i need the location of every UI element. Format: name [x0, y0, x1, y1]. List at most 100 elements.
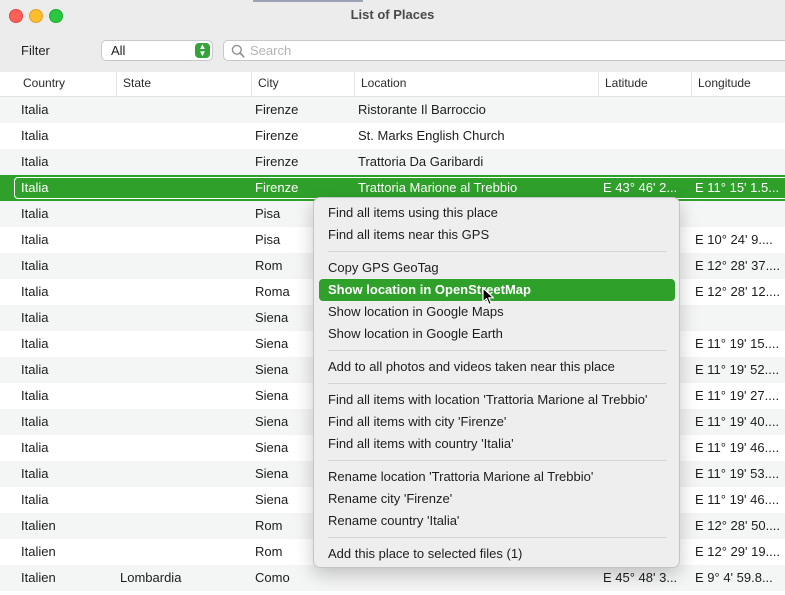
cell-longitude: E 11° 19' 53....	[695, 466, 780, 481]
toolbar: Filter All ▲ ▼	[0, 30, 785, 73]
menu-separator	[328, 383, 666, 384]
cell-country: Italia	[21, 206, 49, 221]
cell-latitude	[603, 123, 687, 149]
cell-location	[358, 565, 596, 591]
cell-state	[120, 513, 248, 539]
cell-longitude: E 11° 15' 1.5...	[695, 180, 780, 195]
cell-longitude: E 12° 29' 19....	[695, 544, 781, 559]
cell-country: Italia	[21, 414, 49, 429]
menu-item-find-items-using-place[interactable]: Find all items using this place	[319, 202, 675, 224]
cell-country: Italia	[21, 284, 49, 299]
filter-popup[interactable]: All ▲ ▼	[101, 40, 213, 61]
menu-separator	[328, 350, 666, 351]
cell-country: Italia	[21, 362, 49, 377]
menu-item-rename-city[interactable]: Rename city 'Firenze'	[319, 488, 675, 510]
cell-longitude: E 11° 19' 27....	[695, 388, 780, 403]
cell-country: Italia	[21, 492, 49, 507]
context-menu: Find all items using this place Find all…	[313, 197, 680, 568]
cell-city: Como	[255, 570, 290, 585]
cell-state	[120, 123, 248, 149]
cell-state	[120, 331, 248, 357]
menu-separator	[328, 460, 666, 461]
cell-longitude	[695, 149, 783, 175]
title-bar: List of Places	[0, 0, 785, 30]
cell-state	[120, 175, 248, 201]
cell-longitude: E 11° 19' 46....	[695, 492, 780, 507]
menu-item-show-google-maps[interactable]: Show location in Google Maps	[319, 301, 675, 323]
cell-state	[120, 305, 248, 331]
search-input[interactable]	[250, 42, 770, 59]
cell-country: Italia	[21, 440, 49, 455]
search-icon	[231, 44, 245, 58]
column-header-location[interactable]: Location	[354, 72, 598, 96]
menu-item-find-by-city[interactable]: Find all items with city 'Firenze'	[319, 411, 675, 433]
cell-country: Italia	[21, 310, 49, 325]
cell-longitude: E 11° 19' 15....	[695, 336, 780, 351]
filter-label: Filter	[21, 43, 50, 58]
cell-state	[120, 383, 248, 409]
cell-country: Italia	[21, 128, 49, 143]
table-row[interactable]: Italien Lombardia Como E 45° 48' 3... E 9° 4…	[0, 565, 785, 591]
menu-item-rename-location[interactable]: Rename location 'Trattoria Marione al Tr…	[319, 466, 675, 488]
menu-item-copy-gps-geotag[interactable]: Copy GPS GeoTag	[319, 257, 675, 279]
cell-country: Italia	[21, 466, 49, 481]
cell-latitude	[603, 97, 687, 123]
menu-item-rename-country[interactable]: Rename country 'Italia'	[319, 510, 675, 532]
column-header-longitude[interactable]: Longitude	[691, 72, 785, 96]
window-title: List of Places	[350, 7, 435, 22]
filter-popup-value: All	[111, 43, 126, 58]
menu-item-add-place-to-selected-files[interactable]: Add this place to selected files (1)	[319, 543, 675, 565]
menu-item-find-by-country[interactable]: Find all items with country 'Italia'	[319, 433, 675, 455]
cell-state	[120, 253, 248, 279]
cell-city: Firenze	[255, 102, 299, 117]
cell-state	[120, 461, 248, 487]
column-header-latitude[interactable]: Latitude	[598, 72, 691, 96]
cell-state: Lombardia	[120, 570, 182, 585]
menu-separator	[328, 537, 666, 538]
table-header: Country State City Location Latitude Lon…	[0, 72, 785, 97]
cell-location: Trattoria Da Garibardi	[358, 154, 484, 169]
search-field[interactable]	[223, 40, 785, 61]
cell-country: Italia	[21, 258, 49, 273]
cell-longitude	[695, 201, 783, 227]
menu-item-show-google-earth[interactable]: Show location in Google Earth	[319, 323, 675, 345]
cell-state	[120, 227, 248, 253]
table-row[interactable]: Italia Firenze St. Marks English Church	[0, 123, 785, 149]
cell-state	[120, 149, 248, 175]
cell-state	[120, 97, 248, 123]
cell-state	[120, 201, 248, 227]
cell-country: Italia	[21, 154, 49, 169]
cell-country: Italia	[21, 388, 49, 403]
cell-state	[120, 487, 248, 513]
menu-item-add-to-photos-near-place[interactable]: Add to all photos and videos taken near …	[319, 356, 675, 378]
menu-item-find-items-near-gps[interactable]: Find all items near this GPS	[319, 224, 675, 246]
cell-longitude: E 12° 28' 50....	[695, 518, 781, 533]
cell-longitude: E 9° 4' 59.8...	[695, 570, 773, 585]
menu-item-find-by-location[interactable]: Find all items with location 'Trattoria …	[319, 389, 675, 411]
cell-country: Italia	[21, 180, 49, 195]
menu-separator	[328, 251, 666, 252]
column-header-state[interactable]: State	[116, 72, 251, 96]
table-row[interactable]: Italia Firenze Ristorante Il Barroccio	[0, 97, 785, 123]
cell-state	[120, 409, 248, 435]
menu-item-show-openstreetmap[interactable]: Show location in OpenStreetMap	[319, 279, 675, 301]
cell-longitude: E 11° 19' 46....	[695, 440, 780, 455]
cell-longitude	[695, 305, 783, 331]
column-header-country[interactable]: Country	[17, 72, 116, 96]
cell-latitude: E 45° 48' 3...	[603, 570, 678, 585]
cell-country: Italien	[21, 544, 56, 559]
cell-country: Italia	[21, 336, 49, 351]
cell-longitude: E 12° 28' 12....	[695, 284, 781, 299]
table-row[interactable]: Italia Firenze Trattoria Da Garibardi	[0, 149, 785, 175]
column-header-city[interactable]: City	[251, 72, 354, 96]
background-window-edge	[253, 0, 363, 2]
cell-state	[120, 435, 248, 461]
cell-longitude	[695, 97, 783, 123]
cell-country: Italia	[21, 232, 49, 247]
cell-country: Italia	[21, 102, 49, 117]
cell-state	[120, 539, 248, 565]
cell-location: St. Marks English Church	[358, 128, 505, 143]
cell-location: Ristorante Il Barroccio	[358, 102, 486, 117]
mouse-pointer-icon	[482, 287, 495, 306]
cell-longitude: E 11° 19' 52....	[695, 362, 780, 377]
